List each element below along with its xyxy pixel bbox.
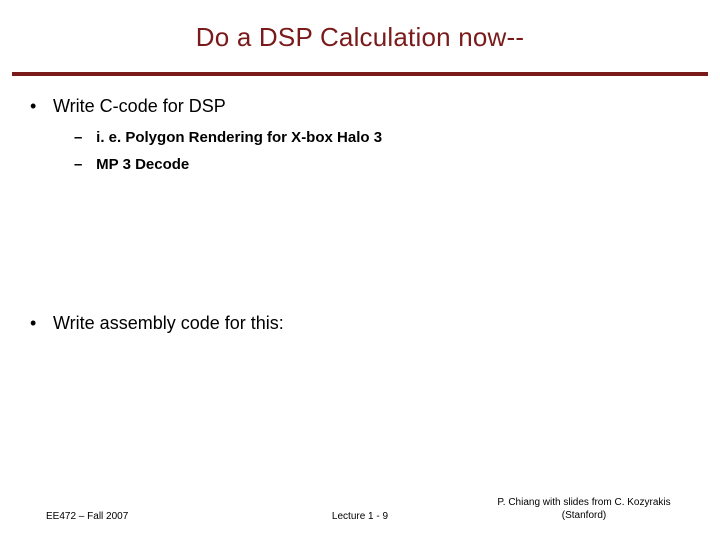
bullet-2-text: Write assembly code for this: xyxy=(53,313,284,333)
bullet-1: • Write C-code for DSP xyxy=(30,96,690,117)
bullet-1-text: Write C-code for DSP xyxy=(53,96,226,116)
slide: Do a DSP Calculation now-- • Write C-cod… xyxy=(0,0,720,540)
sub-bullet-1: – i. e. Polygon Rendering for X-box Halo… xyxy=(74,129,690,146)
footer: EE472 – Fall 2007 Lecture 1 - 9 P. Chian… xyxy=(0,497,720,522)
bullet-1-subs: – i. e. Polygon Rendering for X-box Halo… xyxy=(74,129,690,173)
sub-bullet-1-text: i. e. Polygon Rendering for X-box Halo 3 xyxy=(96,129,382,146)
footer-center: Lecture 1 - 9 xyxy=(332,511,388,522)
bullet-dot-icon: • xyxy=(30,96,48,117)
footer-left: EE472 – Fall 2007 xyxy=(46,511,128,522)
sub-bullet-2-text: MP 3 Decode xyxy=(96,156,189,173)
footer-right: P. Chiang with slides from C. Kozyrakis … xyxy=(494,497,674,522)
dash-icon: – xyxy=(74,129,92,146)
bullet-dot-icon: • xyxy=(30,313,48,334)
slide-title: Do a DSP Calculation now-- xyxy=(0,0,720,53)
spacer xyxy=(30,183,690,313)
sub-bullet-2: – MP 3 Decode xyxy=(74,156,690,173)
dash-icon: – xyxy=(74,156,92,173)
bullet-2: • Write assembly code for this: xyxy=(30,313,690,334)
title-rule xyxy=(12,72,708,76)
slide-content: • Write C-code for DSP – i. e. Polygon R… xyxy=(30,96,690,346)
